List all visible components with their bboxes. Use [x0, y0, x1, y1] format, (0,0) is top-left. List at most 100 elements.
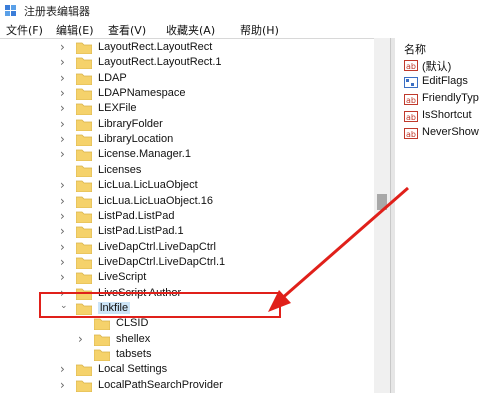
tree-node[interactable]: › LibraryLocation	[0, 132, 374, 148]
tree-node[interactable]: › LDAP	[0, 71, 374, 87]
chevron-right-icon[interactable]: ›	[60, 209, 65, 223]
registry-app-icon	[5, 5, 16, 16]
value-row[interactable]: ab NeverShow	[404, 126, 500, 141]
column-header-name[interactable]: 名称	[404, 41, 426, 57]
tree-node[interactable]: › LiveScript	[0, 270, 374, 286]
value-row[interactable]: ab FriendlyTyp	[404, 92, 500, 107]
chevron-right-icon[interactable]: ›	[60, 224, 65, 238]
tree-node[interactable]: › LayoutRect.LayoutRect	[0, 40, 374, 56]
chevron-right-icon[interactable]: ›	[60, 362, 65, 376]
tree-node[interactable]: › ListPad.ListPad	[0, 209, 374, 225]
tree-node[interactable]: › ListPad.ListPad.1	[0, 224, 374, 240]
tree-node[interactable]: › LicLua.LicLuaObject.16	[0, 194, 374, 210]
folder-icon	[76, 150, 92, 162]
tree-node[interactable]: › LibraryFolder	[0, 117, 374, 133]
folder-icon	[94, 318, 110, 331]
tree-node[interactable]: › LiveDapCtrl.LiveDapCtrl.1	[0, 255, 374, 271]
tree-node[interactable]: › LEXFile	[0, 101, 374, 117]
tree-node[interactable]: › LocalPathSearchProvider	[0, 378, 374, 394]
tree-node-label: Local Settings	[98, 363, 168, 376]
chevron-right-icon[interactable]: ›	[60, 71, 65, 85]
tree-node-label: LiveDapCtrl.LiveDapCtrl.1	[98, 255, 226, 268]
registry-tree[interactable]: › LayoutRect.LayoutRect › LayoutRect.Layout…	[0, 38, 390, 394]
annotation-highlight-box	[39, 292, 281, 318]
chevron-right-icon[interactable]: ›	[60, 178, 65, 192]
tree-node-label: ListPad.ListPad.1	[98, 225, 184, 238]
folder-icon	[76, 196, 92, 208]
tree-node-label: LibraryLocation	[98, 133, 174, 146]
chevron-right-icon[interactable]: ›	[60, 147, 65, 161]
string-value-icon: ab	[404, 94, 418, 105]
tree-node-label: Licenses	[98, 163, 142, 176]
tree-node-label: LibraryFolder	[98, 117, 163, 130]
tree-node[interactable]: › LayoutRect.LayoutRect.1	[0, 55, 374, 71]
chevron-right-icon[interactable]: ›	[60, 240, 65, 254]
string-value-icon: ab	[404, 128, 418, 139]
tree-node[interactable]: › shellex	[0, 332, 374, 348]
tree-node-label: shellex	[116, 332, 151, 345]
tree-node-label: ListPad.ListPad	[98, 209, 175, 222]
folder-icon	[94, 334, 110, 346]
value-name: FriendlyTyp	[422, 92, 479, 104]
chevron-right-icon[interactable]: ›	[60, 132, 65, 146]
menu-view[interactable]: 查看(V)	[108, 22, 146, 38]
folder-icon	[94, 349, 110, 361]
value-row[interactable]: ab (默认)	[404, 58, 500, 73]
chevron-right-icon[interactable]: ›	[60, 55, 65, 69]
chevron-right-icon[interactable]: ›	[60, 255, 65, 269]
tree-node[interactable]: CLSID	[0, 317, 374, 332]
tree-scrollbar[interactable]	[374, 38, 390, 393]
chevron-right-icon[interactable]: ›	[78, 332, 83, 346]
string-value-icon: ab	[404, 60, 418, 71]
svg-text:ab: ab	[406, 62, 416, 71]
tree-node-label: tabsets	[116, 348, 152, 360]
value-name: EditFlags	[422, 75, 468, 87]
value-row[interactable]: ab IsShortcut	[404, 109, 500, 124]
svg-text:ab: ab	[406, 113, 416, 122]
folder-icon	[76, 88, 92, 101]
pane-splitter[interactable]	[390, 38, 395, 393]
tree-node-label: LicLua.LicLuaObject	[98, 179, 198, 192]
folder-icon	[76, 119, 92, 131]
menu-edit[interactable]: 编辑(E)	[56, 22, 94, 38]
tree-node[interactable]: tabsets	[0, 348, 374, 363]
folder-icon	[76, 134, 92, 147]
value-row[interactable]: EditFlags	[404, 75, 500, 90]
tree-node[interactable]: › Local Settings	[0, 362, 374, 378]
folder-icon	[76, 272, 92, 285]
tree-node-label: LDAP	[98, 71, 127, 84]
folder-icon	[76, 180, 92, 193]
menu-favorites[interactable]: 收藏夹(A)	[166, 22, 215, 38]
value-name: (默认)	[422, 61, 452, 73]
tree-node[interactable]: › LDAPNamespace	[0, 86, 374, 102]
value-name: NeverShow	[422, 126, 479, 138]
tree-node[interactable]: › LiveDapCtrl.LiveDapCtrl	[0, 240, 374, 256]
scrollbar-thumb[interactable]	[377, 194, 387, 210]
folder-icon	[76, 103, 92, 116]
folder-icon	[76, 211, 92, 223]
tree-node-label: CLSID	[116, 317, 149, 330]
chevron-right-icon[interactable]: ›	[60, 101, 65, 115]
tree-node-label: LDAPNamespace	[98, 87, 186, 100]
chevron-right-icon[interactable]: ›	[60, 378, 65, 392]
tree-node-label: LayoutRect.LayoutRect	[98, 41, 213, 53]
folder-icon	[76, 364, 92, 377]
tree-node[interactable]: › LicLua.LicLuaObject	[0, 178, 374, 194]
chevron-right-icon[interactable]: ›	[60, 40, 65, 54]
chevron-right-icon[interactable]: ›	[60, 194, 65, 208]
chevron-right-icon[interactable]: ›	[60, 86, 65, 100]
chevron-right-icon[interactable]: ›	[60, 270, 65, 284]
tree-node-label: LiveScript	[98, 271, 147, 284]
folder-icon	[76, 257, 92, 269]
menu-bar: 文件(F) 编辑(E) 查看(V) 收藏夹(A) 帮助(H)	[0, 20, 500, 38]
tree-node-label: License.Manager.1	[98, 148, 191, 161]
chevron-right-icon[interactable]: ›	[60, 117, 65, 131]
tree-node[interactable]: Licenses	[0, 164, 374, 179]
menu-file[interactable]: 文件(F)	[6, 22, 43, 38]
tree-node-label: LicLua.LicLuaObject.16	[98, 194, 213, 207]
folder-icon	[76, 165, 92, 177]
title-bar: 注册表编辑器	[0, 0, 500, 20]
tree-node[interactable]: › License.Manager.1	[0, 147, 374, 163]
folder-icon	[76, 242, 92, 254]
menu-help[interactable]: 帮助(H)	[240, 22, 279, 38]
